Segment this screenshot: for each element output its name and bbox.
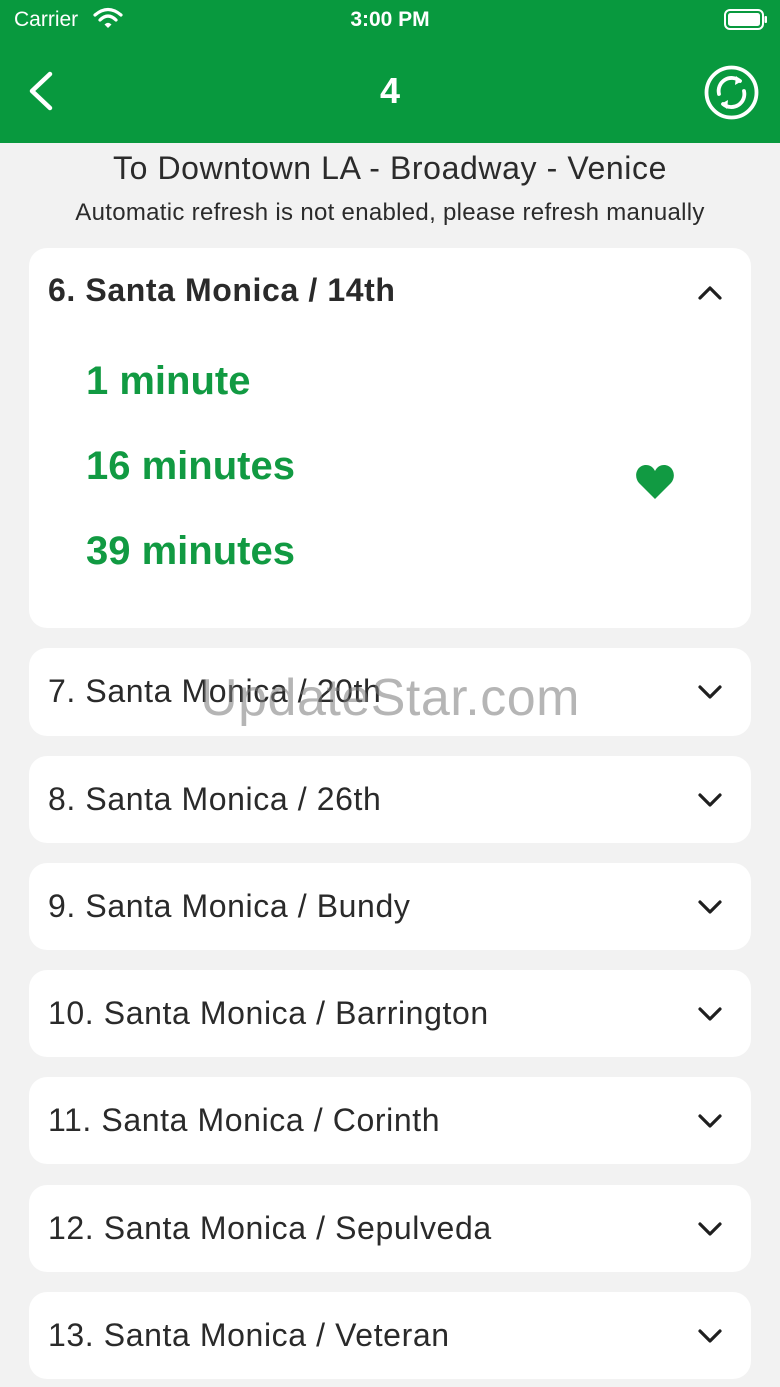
- refresh-button[interactable]: [703, 64, 760, 121]
- refresh-notice: Automatic refresh is not enabled, please…: [75, 199, 705, 226]
- chevron-up-icon[interactable]: [695, 282, 725, 304]
- stop-card[interactable]: 7. Santa Monica / 20th: [29, 648, 751, 736]
- route-number-title: 4: [379, 70, 401, 111]
- chevron-down-icon[interactable]: [695, 1218, 725, 1240]
- stop-label: 13. Santa Monica / Veteran: [48, 1317, 450, 1353]
- status-time: 3:00 PM: [350, 8, 430, 31]
- arrival-time: 16 minutes: [86, 444, 295, 488]
- heart-icon[interactable]: [634, 463, 676, 501]
- stop-label: 8. Santa Monica / 26th: [48, 781, 382, 817]
- stop-label: 12. Santa Monica / Sepulveda: [48, 1210, 492, 1246]
- battery-icon: [724, 9, 767, 30]
- refresh-icon: [704, 65, 759, 120]
- stop-card-expanded[interactable]: 6. Santa Monica / 14th 1 minute 16 minut…: [29, 248, 751, 628]
- stop-label: 10. Santa Monica / Barrington: [48, 995, 489, 1031]
- stop-card[interactable]: 13. Santa Monica / Veteran: [29, 1292, 751, 1379]
- chevron-down-icon[interactable]: [695, 789, 725, 811]
- route-direction: To Downtown LA - Broadway - Venice: [112, 150, 667, 186]
- stop-label: 6. Santa Monica / 14th: [48, 272, 396, 308]
- app-header: Carrier 3:00 PM 4: [0, 0, 780, 143]
- stop-label: 11. Santa Monica / Corinth: [48, 1102, 441, 1138]
- chevron-down-icon[interactable]: [695, 896, 725, 918]
- stop-label: 9. Santa Monica / Bundy: [48, 888, 411, 924]
- stop-card[interactable]: 12. Santa Monica / Sepulveda: [29, 1185, 751, 1272]
- chevron-down-icon[interactable]: [695, 1110, 725, 1132]
- stop-label: 7. Santa Monica / 20th: [48, 673, 382, 709]
- status-bar: Carrier 3:00 PM: [0, 0, 780, 40]
- chevron-down-icon[interactable]: [695, 1003, 725, 1025]
- arrival-time: 1 minute: [86, 359, 251, 403]
- chevron-down-icon[interactable]: [695, 681, 725, 703]
- stop-card[interactable]: 10. Santa Monica / Barrington: [29, 970, 751, 1057]
- arrival-time: 39 minutes: [86, 529, 295, 573]
- chevron-down-icon[interactable]: [695, 1325, 725, 1347]
- stop-card[interactable]: 11. Santa Monica / Corinth: [29, 1077, 751, 1164]
- stop-card[interactable]: 8. Santa Monica / 26th: [29, 756, 751, 843]
- stop-card[interactable]: 9. Santa Monica / Bundy: [29, 863, 751, 950]
